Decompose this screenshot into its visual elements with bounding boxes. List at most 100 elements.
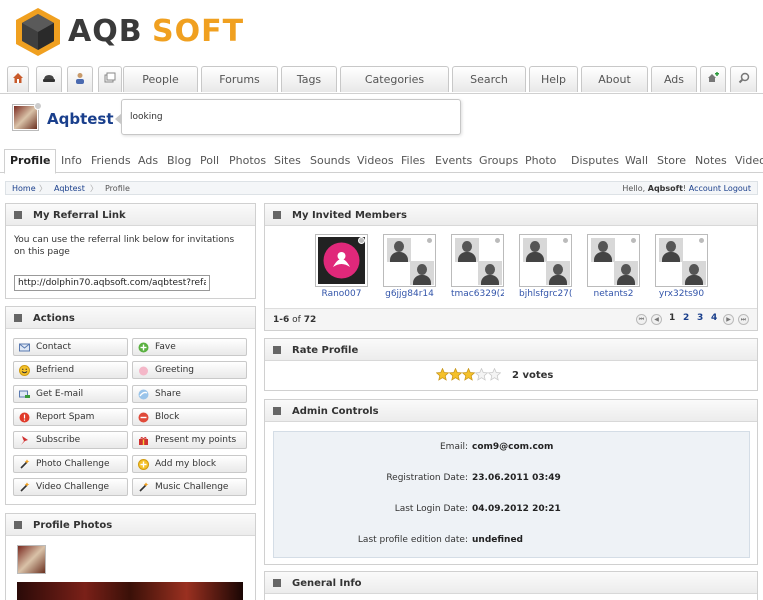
box-bullet-icon — [273, 211, 281, 219]
first-page-icon[interactable]: ⏮ — [636, 314, 647, 325]
person-icon-tab[interactable] — [67, 66, 93, 92]
cube-logo-icon — [16, 8, 60, 56]
logout-link[interactable]: Logout — [724, 184, 751, 193]
star-empty-icon[interactable] — [488, 368, 501, 381]
present-points-button[interactable]: Present my points — [132, 431, 247, 449]
member-name[interactable]: bjhlsfgrc27( — [519, 289, 572, 299]
member-card[interactable]: Rano007 — [315, 234, 368, 299]
add-home-icon-tab[interactable] — [700, 66, 726, 92]
rate-profile-box-header: Rate Profile — [265, 339, 757, 361]
share-button[interactable]: Share — [132, 385, 247, 403]
fave-button-label: Fave — [155, 342, 176, 352]
profile-avatar[interactable] — [12, 102, 42, 131]
tab-sites[interactable]: Sites — [274, 154, 301, 167]
tab-profile[interactable]: Profile — [4, 149, 57, 174]
pin-icon — [21, 436, 28, 445]
silhouette-icon — [546, 261, 570, 285]
star-filled-icon[interactable] — [436, 368, 449, 381]
avatar-image — [14, 106, 37, 129]
fave-button[interactable]: Fave — [132, 338, 247, 356]
tab-store[interactable]: Store — [657, 154, 686, 167]
member-card[interactable]: netants2 — [587, 234, 640, 299]
tab-forums[interactable]: Forums — [201, 66, 278, 92]
member-card[interactable]: g6jjg84r14 — [383, 234, 436, 299]
star-filled-icon[interactable] — [449, 368, 462, 381]
greeting-button[interactable]: Greeting — [132, 361, 247, 379]
block-button[interactable]: Block — [132, 408, 247, 426]
member-name[interactable]: g6jjg84r14 — [383, 289, 436, 299]
online-status-dot — [358, 237, 365, 244]
home-icon-tab[interactable] — [7, 66, 29, 92]
tab-tags[interactable]: Tags — [281, 66, 337, 92]
member-name[interactable]: netants2 — [587, 289, 640, 299]
tab-sounds[interactable]: Sounds — [310, 154, 350, 167]
tab-photos[interactable]: Photos — [229, 154, 266, 167]
tab-categories[interactable]: Categories — [340, 66, 449, 92]
tab-wall[interactable]: Wall — [625, 154, 648, 167]
befriend-button[interactable]: Befriend — [13, 361, 128, 379]
tab-about[interactable]: About — [581, 66, 648, 92]
members-pager: 1-6 of 72 ⏮ ◀ 1 2 3 4 ▶ ⏭ — [265, 308, 757, 330]
photo-thumbnail[interactable] — [17, 545, 46, 574]
tab-videos[interactable]: Videos — [357, 154, 394, 167]
last-page-icon[interactable]: ⏭ — [738, 314, 749, 325]
subscribe-button[interactable]: Subscribe — [13, 431, 128, 449]
member-name[interactable]: tmac6329(2 — [451, 289, 504, 299]
box-bullet-icon — [273, 579, 281, 587]
member-name[interactable]: Rano007 — [315, 289, 368, 299]
music-challenge-button[interactable]: Music Challenge — [132, 478, 247, 496]
report-spam-button[interactable]: Report Spam — [13, 408, 128, 426]
tab-events[interactable]: Events — [435, 154, 472, 167]
tab-ads[interactable]: Ads — [651, 66, 697, 92]
tab-groups[interactable]: Groups — [479, 154, 518, 167]
silhouette-icon — [682, 261, 706, 285]
tab-friends[interactable]: Friends — [91, 154, 131, 167]
tab-people[interactable]: People — [123, 66, 198, 92]
site-logo[interactable]: AQB SOFT — [14, 6, 259, 58]
share-button-label: Share — [155, 389, 181, 399]
get-email-button[interactable]: Get E-mail — [13, 385, 128, 403]
tab-files[interactable]: Files — [401, 154, 425, 167]
tab-notes[interactable]: Notes — [695, 154, 727, 167]
star-empty-icon[interactable] — [475, 368, 488, 381]
breadcrumb-separator: 〉 — [90, 184, 98, 193]
tab-video[interactable]: Video — [735, 154, 763, 167]
hand-icon — [139, 366, 148, 376]
tab-ads[interactable]: Ads — [138, 154, 158, 167]
breadcrumb-user[interactable]: Aqbtest — [54, 184, 85, 193]
main-profile-photo[interactable] — [17, 582, 243, 600]
next-page-icon[interactable]: ▶ — [723, 314, 734, 325]
tab-photo[interactable]: Photo — [525, 154, 556, 167]
star-filled-icon[interactable] — [462, 368, 475, 381]
member-card[interactable]: tmac6329(2 — [451, 234, 504, 299]
member-name[interactable]: yrx32ts90 — [655, 289, 708, 299]
prev-page-icon[interactable]: ◀ — [651, 314, 662, 325]
tab-disputes[interactable]: Disputes — [571, 154, 619, 167]
account-link[interactable]: Account — [689, 184, 721, 193]
referral-link-input[interactable] — [14, 275, 210, 291]
breadcrumb-home[interactable]: Home — [12, 184, 36, 193]
page-1[interactable]: 1 — [669, 313, 675, 323]
magnifier-icon-tab[interactable] — [730, 66, 757, 92]
tab-poll[interactable]: Poll — [200, 154, 219, 167]
box-bullet-icon — [14, 211, 22, 219]
contact-button[interactable]: Contact — [13, 338, 128, 356]
multi-window-icon-tab[interactable] — [98, 66, 122, 92]
page-2[interactable]: 2 — [683, 313, 689, 323]
car-icon-tab[interactable] — [36, 66, 62, 92]
member-card[interactable]: bjhlsfgrc27( — [519, 234, 572, 299]
add-my-block-button[interactable]: Add my block — [132, 455, 247, 473]
page-3[interactable]: 3 — [697, 313, 703, 323]
member-card[interactable]: yrx32ts90 — [655, 234, 708, 299]
photo-challenge-button[interactable]: Photo Challenge — [13, 455, 128, 473]
tab-help[interactable]: Help — [529, 66, 578, 92]
photo-challenge-button-label: Photo Challenge — [36, 459, 110, 469]
general-info-box-title: General Info — [292, 578, 362, 589]
video-challenge-button[interactable]: Video Challenge — [13, 478, 128, 496]
tab-search[interactable]: Search — [452, 66, 526, 92]
page-4[interactable]: 4 — [711, 313, 717, 323]
profile-name[interactable]: Aqbtest — [47, 110, 114, 128]
rating-stars[interactable] — [436, 368, 501, 382]
tab-blog[interactable]: Blog — [167, 154, 191, 167]
tab-info[interactable]: Info — [61, 154, 82, 167]
